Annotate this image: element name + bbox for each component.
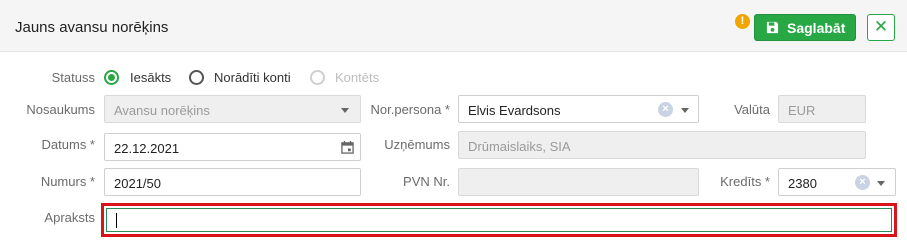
close-button[interactable]: ✕ bbox=[867, 14, 895, 41]
apraksts-input[interactable] bbox=[106, 208, 892, 232]
kredits-select[interactable]: 2380 × bbox=[778, 168, 896, 196]
valuta-value: EUR bbox=[788, 103, 816, 118]
numurs-input[interactable]: 2021/50 bbox=[104, 168, 361, 196]
datums-input[interactable]: 22.12.2021 bbox=[104, 133, 361, 161]
datums-value: 22.12.2021 bbox=[114, 141, 180, 156]
kredits-value: 2380 bbox=[788, 176, 817, 191]
warning-icon[interactable]: ! bbox=[735, 14, 750, 29]
nosaukums-select: Avansu norēķins bbox=[104, 95, 361, 123]
uznemums-field: Drūmaislaiks, SIA bbox=[458, 131, 866, 159]
text-cursor bbox=[116, 213, 117, 228]
pvn-nr-field bbox=[458, 168, 699, 196]
chevron-down-icon[interactable] bbox=[877, 181, 885, 186]
pvn-nr-label: PVN Nr. bbox=[403, 174, 450, 189]
apraksts-label: Apraksts bbox=[44, 210, 95, 225]
chevron-down-icon bbox=[341, 108, 349, 113]
chevron-down-icon[interactable] bbox=[681, 108, 689, 113]
uznemums-label: Uzņēmums bbox=[384, 137, 450, 152]
valuta-label: Valūta bbox=[734, 102, 770, 117]
save-button[interactable]: Saglabāt bbox=[754, 14, 856, 41]
numurs-label: Numurs * bbox=[40, 174, 95, 189]
status-radio-noraditi-konti[interactable] bbox=[189, 70, 204, 85]
nor-persona-label: Nor.persona * bbox=[370, 102, 451, 117]
clear-icon[interactable]: × bbox=[855, 175, 870, 190]
uznemums-value: Drūmaislaiks, SIA bbox=[468, 139, 571, 154]
kredits-label: Kredīts * bbox=[720, 174, 770, 189]
clear-icon[interactable]: × bbox=[658, 102, 673, 117]
nosaukums-label: Nosaukums bbox=[26, 102, 95, 117]
save-button-label: Saglabāt bbox=[787, 20, 846, 36]
datums-label: Datums * bbox=[41, 137, 95, 152]
nor-persona-select[interactable]: Elvis Evardsons × bbox=[458, 95, 699, 123]
status-radio-iesakts[interactable] bbox=[104, 70, 119, 85]
status-option-konteets-label: Kontēts bbox=[335, 70, 380, 85]
apraksts-highlight bbox=[101, 203, 897, 237]
valuta-field: EUR bbox=[778, 95, 866, 123]
nosaukums-value: Avansu norēķins bbox=[114, 103, 210, 118]
advance-settlement-dialog: Jauns avansu norēķins ! Saglabāt ✕ Statu… bbox=[0, 0, 907, 243]
dialog-header: Jauns avansu norēķins ! Saglabāt ✕ bbox=[0, 0, 907, 52]
close-icon: ✕ bbox=[873, 17, 889, 36]
status-radio-konteets bbox=[310, 70, 325, 85]
nor-persona-value: Elvis Evardsons bbox=[468, 103, 561, 118]
status-option-noraditi-konti-label: Norādīti konti bbox=[214, 70, 291, 85]
numurs-value: 2021/50 bbox=[114, 176, 161, 191]
floppy-disk-icon bbox=[766, 21, 779, 34]
calendar-icon[interactable] bbox=[341, 141, 354, 154]
dialog-title: Jauns avansu norēķins bbox=[15, 19, 169, 36]
status-option-iesakts-label: Iesākts bbox=[130, 70, 172, 85]
status-label: Statuss bbox=[51, 70, 95, 85]
